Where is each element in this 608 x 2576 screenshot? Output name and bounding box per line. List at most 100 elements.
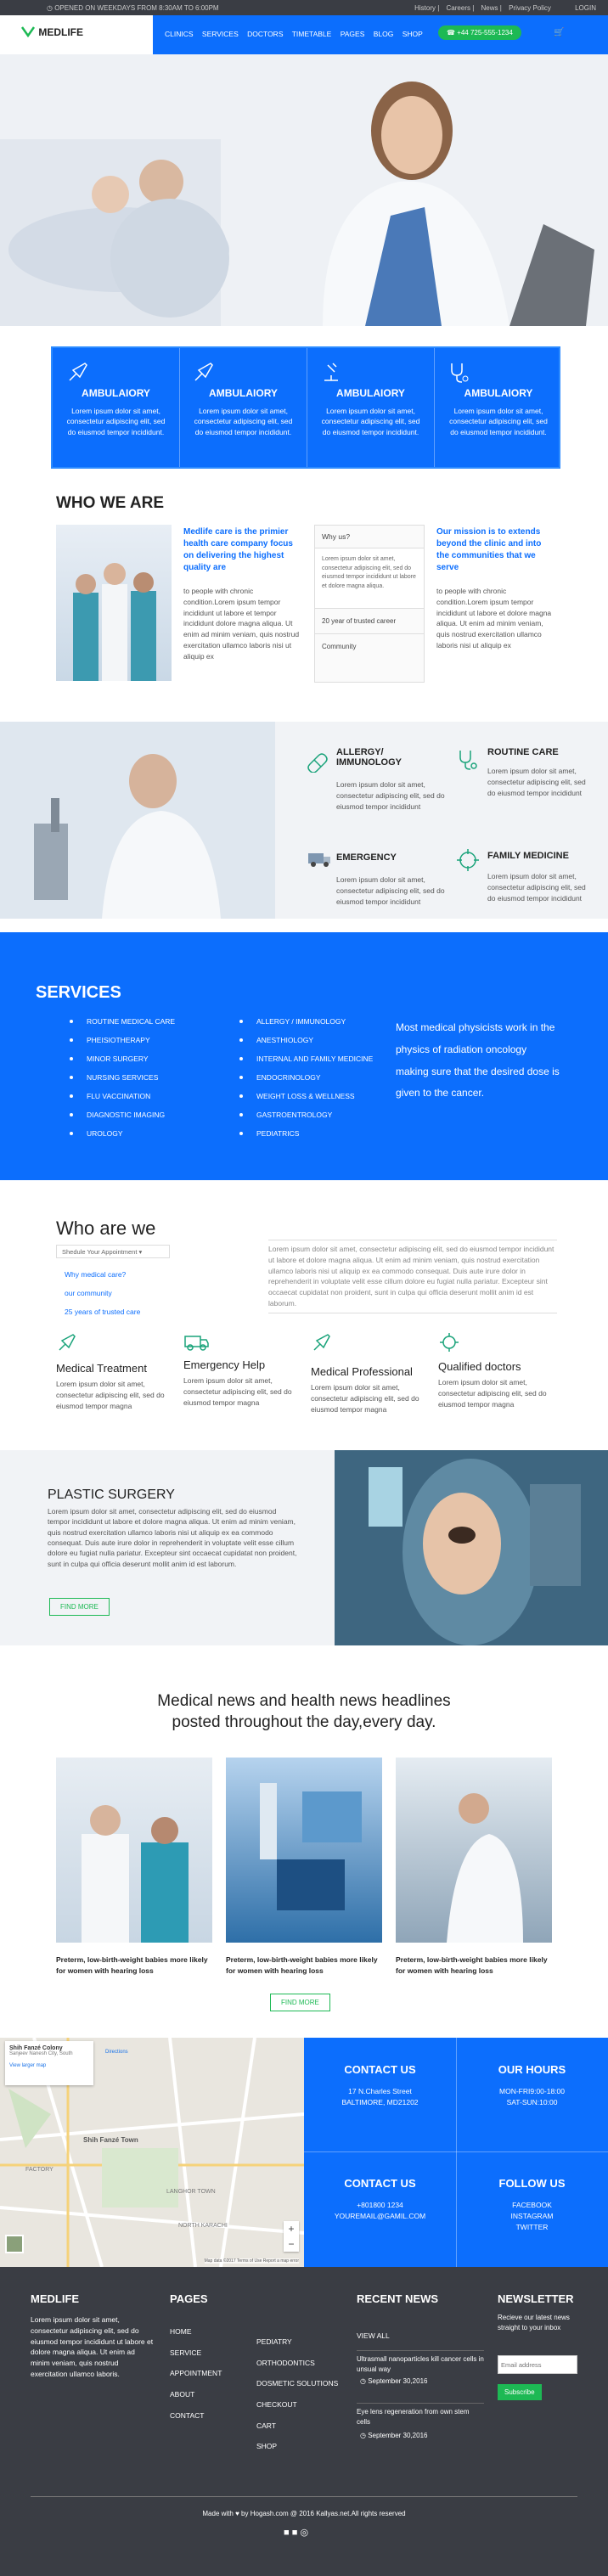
link-history[interactable]: History <box>414 4 436 12</box>
why-us-accordion: Why us? Lorem ipsum dolor sit amet, cons… <box>314 525 425 683</box>
news-headline[interactable]: Preterm, low-birth-weight babies more li… <box>396 1954 552 1977</box>
link-trusted-care[interactable]: 25 years of trusted care <box>65 1302 140 1321</box>
footer-link[interactable]: SHOP <box>256 2436 338 2457</box>
map-larger-link[interactable]: View larger map <box>9 2063 89 2068</box>
footer-link[interactable]: DOSMETIC SOLUTIONS <box>256 2373 338 2394</box>
service-item[interactable]: UROLOGY <box>69 1129 175 1138</box>
who2-text: Lorem ipsum dolor sit amet, consectetur … <box>268 1240 557 1313</box>
service-item[interactable]: ANESTHIOLOGY <box>239 1036 373 1044</box>
card-title: Qualified doctors <box>438 1360 521 1373</box>
service-item[interactable]: INTERNAL AND FAMILY MEDICINE <box>239 1055 373 1063</box>
feature-text: Lorem ipsum dolor sit amet, consectetur … <box>321 407 420 436</box>
map-satellite-toggle[interactable] <box>5 2235 24 2253</box>
nav-shop[interactable]: SHOP <box>403 30 423 38</box>
login-link[interactable]: LOGIN <box>575 4 596 12</box>
nav-clinics[interactable]: CLINICS <box>165 30 194 38</box>
footer-link[interactable]: PEDIATRY <box>256 2331 338 2353</box>
plastic-surgery-section: PLASTIC SURGERY Lorem ipsum dolor sit am… <box>0 1450 335 1645</box>
map[interactable]: Shih Fanzé Colony Sanjeev Nanesh City, S… <box>0 2038 304 2267</box>
contact-line: +801800 1234 <box>357 2201 403 2209</box>
service-item[interactable]: GASTROENTROLOGY <box>239 1111 373 1119</box>
service-item[interactable]: MINOR SURGERY <box>69 1055 175 1063</box>
link-news[interactable]: News <box>481 4 498 12</box>
link-twitter[interactable]: TWITTER <box>456 2222 608 2233</box>
footer-about-text: Lorem ipsum dolor sit amet, consectetur … <box>31 2315 154 2378</box>
nav-timetable[interactable]: TIMETABLE <box>292 30 332 38</box>
link-community[interactable]: our community <box>65 1284 140 1302</box>
footer-news-item[interactable]: Eye lens regeneration from own stem cell… <box>357 2403 484 2427</box>
accordion-community[interactable]: Community <box>315 633 424 659</box>
instagram-icon[interactable]: ◎ <box>300 2528 308 2538</box>
services-title: SERVICES <box>36 983 121 1002</box>
contact-line: SAT-SUN:10:00 <box>506 2097 558 2106</box>
who2-title: Who are we <box>56 1218 156 1239</box>
phone-button[interactable]: ☎ +44 725-555-1234 <box>438 25 521 40</box>
footer-news-item[interactable]: Ultrasmall nanoparticles kill cancer cel… <box>357 2350 484 2375</box>
news-find-more-button[interactable]: FIND MORE <box>270 1994 330 2011</box>
service-item[interactable]: FLU VACCINATION <box>69 1092 175 1100</box>
news-image[interactable] <box>396 1758 552 1943</box>
nav-pages[interactable]: PAGES <box>341 30 365 38</box>
service-item[interactable]: WEIGHT LOSS & WELLNESS <box>239 1092 373 1100</box>
copyright: Made with ♥ by Hogash.com @ 2016 Kallyas… <box>202 2510 406 2517</box>
news-headline[interactable]: Preterm, low-birth-weight babies more li… <box>226 1954 382 1977</box>
link-privacy[interactable]: Privacy Policy <box>509 4 551 12</box>
twitter-icon[interactable]: ■ <box>292 2528 298 2538</box>
contact-block: CONTACT US +801800 1234 YOUREMAIL@GAMIL.… <box>304 2177 456 2222</box>
service-item[interactable]: PHEISIOTHERAPY <box>69 1036 175 1044</box>
news-date-text: September 30,2016 <box>368 2432 428 2439</box>
feature-card: AMBULAIORY Lorem ipsum dolor sit amet, c… <box>53 348 180 467</box>
link-careers[interactable]: Careers <box>447 4 470 12</box>
subscribe-button[interactable]: Subscribe <box>498 2384 542 2400</box>
news-headline[interactable]: Preterm, low-birth-weight babies more li… <box>56 1954 212 1977</box>
footer-link[interactable]: CONTACT <box>170 2405 222 2427</box>
service-item[interactable]: ENDOCRINOLOGY <box>239 1073 373 1082</box>
appointment-select[interactable]: Shedule Your Appointment ▾ <box>56 1245 170 1258</box>
news-image[interactable] <box>226 1758 382 1943</box>
link-why-medical[interactable]: Why medical care? <box>65 1265 140 1284</box>
footer-link[interactable]: SERVICE <box>170 2343 222 2364</box>
footer-link[interactable]: HOME <box>170 2321 222 2343</box>
footer-view-all[interactable]: VIEW ALL <box>357 2331 390 2340</box>
contact-email[interactable]: YOUREMAIL@GAMIL.COM <box>304 2211 456 2222</box>
service-item[interactable]: DIAGNOSTIC IMAGING <box>69 1111 175 1119</box>
top-bar: ◷ OPENED ON WEEKDAYS FROM 8:30AM TO 6:00… <box>0 0 608 15</box>
service-item[interactable]: PEDIATRICS <box>239 1129 373 1138</box>
nav-blog[interactable]: BLOG <box>374 30 394 38</box>
plastic-find-more-button[interactable]: FIND MORE <box>49 1598 110 1616</box>
card-title: Medical Professional <box>311 1365 413 1378</box>
brand-name: MEDLIFE <box>38 26 84 38</box>
cart-icon[interactable]: 🛒 <box>554 28 564 37</box>
social-icons: ■ ■ ◎ <box>284 2527 308 2538</box>
contact-line: BALTIMORE, MD21202 <box>341 2097 419 2106</box>
ambulance-icon <box>184 1336 209 1351</box>
map-directions-link[interactable]: Directions <box>105 2050 128 2055</box>
footer-link[interactable]: CART <box>256 2416 338 2437</box>
service-item[interactable]: ALLERGY / IMMUNOLOGY <box>239 1017 373 1026</box>
dept-text: Lorem ipsum dolor sit amet, consectetur … <box>487 872 586 903</box>
hours-text: OPENED ON WEEKDAYS FROM 8:30AM TO 6:00PM <box>54 4 219 12</box>
services-quote: Most medical physicists work in the phys… <box>396 1021 560 1100</box>
accordion-why-us[interactable]: Why us? <box>315 526 424 548</box>
dept-title: FAMILY MEDICINE <box>487 851 569 861</box>
footer-link[interactable]: ABOUT <box>170 2384 222 2405</box>
dept-text: Lorem ipsum dolor sit amet, consectetur … <box>336 875 445 906</box>
logo[interactable]: MEDLIFE <box>20 25 83 38</box>
link-instagram[interactable]: INSTAGRAM <box>456 2211 608 2222</box>
service-item[interactable]: NURSING SERVICES <box>69 1073 175 1082</box>
footer-link[interactable]: CHECKOUT <box>256 2394 338 2416</box>
nav-services[interactable]: SERVICES <box>202 30 239 38</box>
facebook-icon[interactable]: ■ <box>284 2528 290 2538</box>
map-zoom-controls[interactable]: + − <box>284 2221 299 2252</box>
footer-link[interactable]: ORTHODONTICS <box>256 2353 338 2374</box>
nav-doctors[interactable]: DOCTORS <box>247 30 283 38</box>
link-facebook[interactable]: FACEBOOK <box>456 2200 608 2211</box>
map-area-label: LANGHOR TOWN <box>166 2189 216 2195</box>
footer-link[interactable]: APPOINTMENT <box>170 2363 222 2384</box>
map-area-label: FACTORY <box>25 2167 53 2173</box>
dept-text: Lorem ipsum dolor sit amet, consectetur … <box>487 767 586 797</box>
accordion-trusted-career[interactable]: 20 year of trusted career <box>315 608 424 633</box>
newsletter-email-input[interactable] <box>498 2355 577 2374</box>
news-image[interactable] <box>56 1758 212 1943</box>
service-item[interactable]: ROUTINE MEDICAL CARE <box>69 1017 175 1026</box>
